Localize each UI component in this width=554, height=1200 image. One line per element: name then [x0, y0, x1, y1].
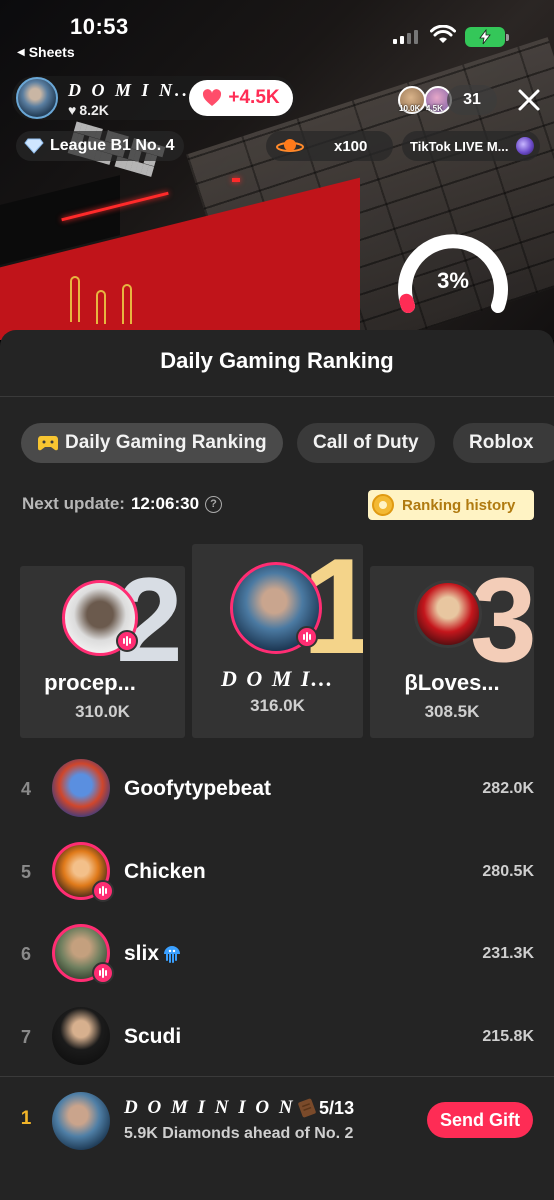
stream-candle [70, 276, 80, 322]
tab-label: Roblox [469, 432, 534, 453]
row-score: 231.3K [482, 945, 534, 962]
league-badge[interactable]: League B1 No. 4 [16, 131, 184, 161]
planet-gift-icon [276, 139, 304, 152]
gift-goal-pill[interactable]: x100 [266, 131, 393, 161]
gamepad-icon [38, 436, 58, 451]
tiktok-live-label: TikTok LIVE M... [410, 138, 509, 154]
podium-card-1[interactable]: 1 D O M I... 316.0K [192, 544, 363, 738]
row-name-wrap: slix [124, 942, 183, 966]
tab-roblox[interactable]: Roblox [453, 423, 554, 463]
my-rank: 1 [20, 1108, 32, 1129]
row-rank: 4 [20, 779, 31, 799]
sheet-title: Daily Gaming Ranking [160, 348, 394, 373]
cellular-signal-icon [393, 28, 418, 44]
row-name: Chicken [124, 860, 206, 883]
live-indicator-icon [92, 880, 114, 902]
podium-name: βLoves... [404, 670, 500, 695]
tiktok-live-pill[interactable]: TikTok LIVE M... [402, 131, 540, 161]
podium-avatar[interactable] [414, 580, 482, 648]
status-time: 10:53 [70, 14, 129, 39]
likes-gain-badge[interactable]: +4.5K [189, 80, 293, 116]
my-name-wrap: D O M I N I O N 5/13 [124, 1097, 354, 1119]
send-gift-button[interactable]: Send Gift [427, 1102, 533, 1138]
podium-card-3[interactable]: 3 βLoves... 308.5K [370, 566, 534, 738]
my-gift-count: 5/13 [319, 1097, 355, 1118]
tab-label: Call of Duty [313, 432, 419, 453]
podium-score: 310.0K [75, 702, 130, 721]
likes-gain-value: +4.5K [228, 87, 280, 108]
row-rank: 7 [20, 1027, 31, 1047]
row-name: Scudi [124, 1025, 182, 1048]
my-name: D O M I N I O N [124, 1097, 296, 1118]
row-name: slix [124, 942, 160, 965]
divider [0, 396, 554, 397]
battery-charging-icon [465, 27, 509, 47]
back-arrow-icon: ◀ [17, 46, 25, 58]
next-update-label: Next update: [22, 494, 125, 513]
heart-icon [203, 89, 222, 106]
ranking-history-button[interactable]: Ranking history [368, 490, 534, 520]
diamond-icon [24, 138, 44, 154]
top-viewer-amount: 4.5K [426, 104, 443, 113]
back-to-app-link[interactable]: ◀ Sheets [17, 44, 75, 60]
live-indicator-icon [92, 962, 114, 984]
top-viewer-amount: 10.0K [399, 104, 421, 113]
row-rank: 6 [20, 944, 31, 964]
live-indicator-icon [116, 630, 138, 652]
row-avatar[interactable] [52, 1007, 110, 1065]
row-rank: 5 [20, 862, 31, 882]
row-score: 215.8K [482, 1028, 534, 1045]
podium-score: 308.5K [424, 702, 480, 721]
tab-label: Daily Gaming Ranking [65, 432, 267, 453]
help-icon[interactable]: ? [205, 495, 223, 513]
podium-score: 316.0K [250, 696, 305, 715]
live-orb-icon [516, 137, 534, 155]
host-avatar[interactable] [16, 77, 58, 119]
league-label: League B1 No. 4 [50, 137, 175, 154]
podium-name: D O M I... [221, 666, 334, 691]
next-update: Next update: 12:06:30 ? [22, 494, 223, 514]
row-name: Goofytypebeat [124, 777, 272, 800]
close-icon[interactable] [515, 86, 543, 114]
back-app-label: Sheets [28, 44, 75, 60]
my-avatar[interactable] [52, 1092, 110, 1150]
stream-candle [122, 284, 132, 324]
heart-outline-icon: ♥ [68, 102, 77, 118]
host-likes: ♥ 8.2K [68, 102, 109, 118]
my-status-text: 5.9K Diamonds ahead of No. 2 [124, 1125, 354, 1142]
wifi-icon [430, 25, 456, 43]
row-score: 280.5K [482, 863, 534, 880]
divider [0, 1076, 554, 1077]
gift-count: x100 [334, 137, 368, 155]
host-name: D O M I N... [68, 80, 198, 100]
podium-card-2[interactable]: 2 procep... 310.0K [20, 566, 185, 738]
tab-daily-gaming-ranking[interactable]: Daily Gaming Ranking [21, 423, 283, 463]
progress-percent: 3% [437, 268, 469, 293]
host-likes-count: 8.2K [79, 102, 109, 118]
live-indicator-icon [296, 626, 318, 648]
podium-name: procep... [44, 670, 136, 695]
viewer-count-pill[interactable]: 31 [447, 85, 497, 115]
medal-icon [372, 494, 394, 516]
chocolate-bar-icon [298, 1098, 316, 1118]
row-score: 282.0K [482, 780, 534, 797]
stream-candle [96, 290, 106, 324]
next-update-time: 12:06:30 [130, 494, 200, 513]
jellyfish-icon [164, 946, 181, 963]
ranking-history-label: Ranking history [402, 496, 516, 514]
tab-call-of-duty[interactable]: Call of Duty [297, 423, 435, 463]
row-avatar[interactable] [52, 759, 110, 817]
stream-neon-dot [232, 178, 240, 182]
